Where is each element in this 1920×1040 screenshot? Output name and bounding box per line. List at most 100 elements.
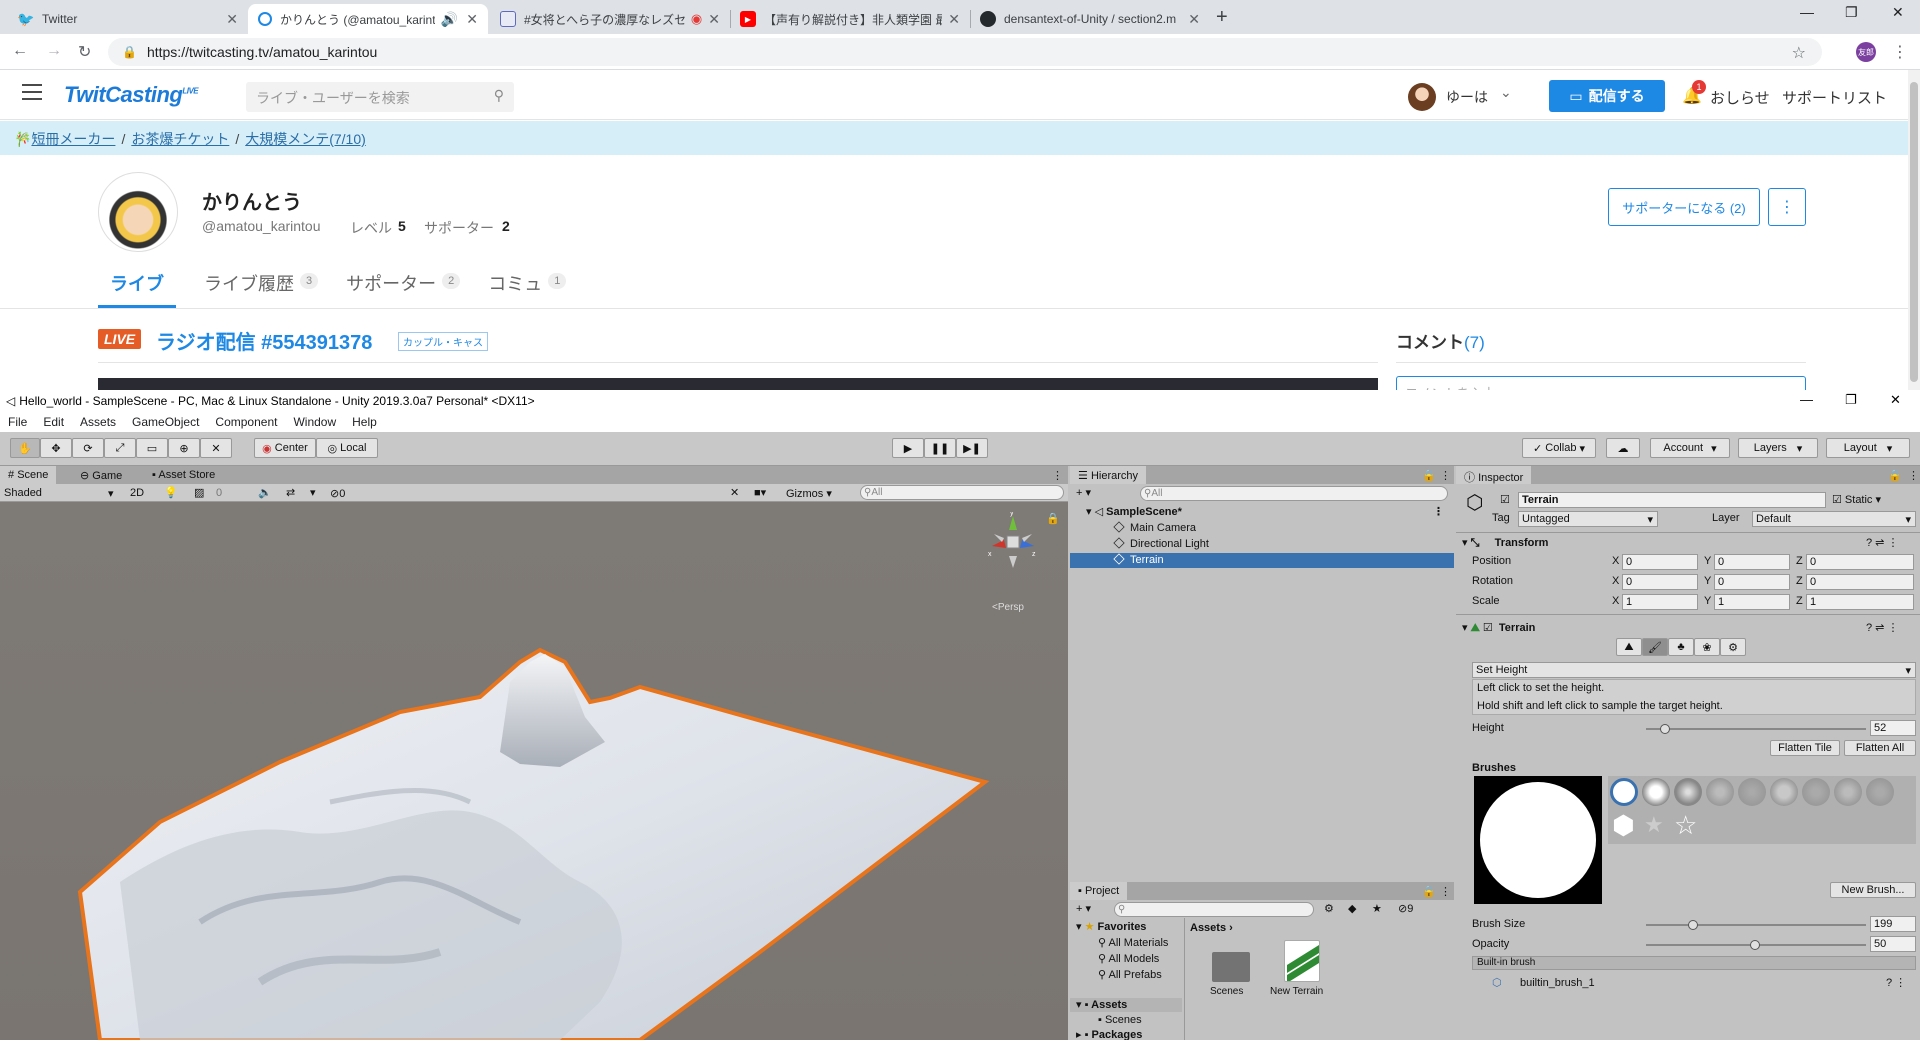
- transform-tool-icon[interactable]: ⊕: [168, 438, 200, 458]
- scene-viewport[interactable]: y x z 🔒 <Persp: [0, 502, 1068, 1040]
- position-x-field[interactable]: 0: [1622, 554, 1698, 570]
- menu-file[interactable]: File: [0, 412, 35, 429]
- pivot-center-button[interactable]: ◉ Center: [254, 438, 316, 458]
- brush-7[interactable]: [1802, 778, 1830, 806]
- video-player[interactable]: [98, 378, 1378, 390]
- close-tab-icon[interactable]: ✕: [226, 11, 238, 28]
- project-split-divider[interactable]: [1184, 918, 1185, 1040]
- terrain-tool-dropdown[interactable]: Set Height ▾: [1472, 662, 1916, 678]
- hidden-objects-toggle[interactable]: ⊘0: [330, 487, 345, 500]
- brush-3[interactable]: [1674, 778, 1702, 806]
- tag-dropdown[interactable]: Untagged ▾: [1518, 511, 1658, 527]
- browser-menu-icon[interactable]: ⋮: [1892, 42, 1908, 62]
- favorite-item[interactable]: ⚲ All Prefabs: [1098, 968, 1162, 981]
- camera-settings-icon[interactable]: ■▾: [754, 486, 766, 499]
- asset-tile-new-terrain[interactable]: New Terrain: [1270, 940, 1332, 1000]
- tab-live-history[interactable]: ライブ履歴 3: [204, 266, 319, 308]
- height-slider[interactable]: [1646, 724, 1866, 734]
- banner-link-tanzaku[interactable]: 短冊メーカー: [31, 131, 115, 147]
- tab-asset-store[interactable]: ▪ Asset Store: [144, 466, 223, 484]
- terrain-component-header[interactable]: ▾ ⛰ ☑ Terrain: [1462, 621, 1535, 635]
- audio-toggle-icon[interactable]: 🔈: [258, 486, 272, 499]
- paint-terrain-tool-icon[interactable]: 🖌: [1642, 638, 1668, 656]
- brush-star-soft-icon[interactable]: ★: [1644, 812, 1664, 838]
- orientation-gizmo[interactable]: y x z: [988, 510, 1038, 572]
- user-avatar[interactable]: [1408, 83, 1436, 111]
- close-tab-icon[interactable]: ✕: [708, 11, 720, 28]
- slider-knob[interactable]: [1660, 724, 1670, 734]
- brush-8[interactable]: [1834, 778, 1862, 806]
- menu-component[interactable]: Component: [207, 412, 285, 429]
- effects-toggle-icon[interactable]: ⇄: [286, 486, 295, 499]
- become-supporter-button[interactable]: サポーターになる (2): [1608, 188, 1760, 226]
- scene-search-input[interactable]: ⚲All: [860, 485, 1064, 500]
- chevron-down-icon[interactable]: ⌄: [1500, 84, 1512, 101]
- favorites-folder[interactable]: ▾ ★ Favorites: [1076, 920, 1146, 933]
- support-list-link[interactable]: サポートリスト: [1782, 87, 1887, 108]
- minimize-window-icon[interactable]: —: [1800, 392, 1813, 407]
- opacity-field[interactable]: 50: [1870, 936, 1916, 952]
- paint-trees-tool-icon[interactable]: ♣: [1668, 638, 1694, 656]
- tools-icon[interactable]: ✕: [730, 486, 739, 499]
- bookmark-star-icon[interactable]: ☆: [1792, 43, 1806, 63]
- paint-details-tool-icon[interactable]: ❀: [1694, 638, 1720, 656]
- tab-live[interactable]: ライブ: [98, 266, 176, 308]
- brush-6[interactable]: [1770, 778, 1798, 806]
- height-field[interactable]: 52: [1870, 720, 1916, 736]
- live-title[interactable]: ラジオ配信 #554391378: [156, 326, 372, 355]
- browser-tab-github[interactable]: densantext-of-Unity / section2.m ✕: [970, 4, 1210, 34]
- new-brush-button[interactable]: New Brush...: [1830, 882, 1916, 898]
- create-dropdown[interactable]: + ▾: [1076, 486, 1091, 499]
- layout-dropdown[interactable]: Layout ▾: [1826, 438, 1910, 458]
- tab-inspector[interactable]: ⓘ Inspector: [1456, 466, 1532, 484]
- site-search-input[interactable]: ライブ・ユーザーを検索 ⚲: [246, 82, 514, 112]
- browser-tab-twitcasting[interactable]: かりんとう (@amatou_karintou 🔊 ✕: [248, 4, 488, 34]
- component-help-icon[interactable]: ? ⋮: [1886, 976, 1906, 989]
- hierarchy-item[interactable]: Main Camera: [1070, 521, 1454, 536]
- gizmos-dropdown[interactable]: Gizmos ▾: [786, 487, 832, 500]
- flatten-tile-button[interactable]: Flatten Tile: [1770, 740, 1840, 756]
- hierarchy-item-selected[interactable]: Terrain: [1070, 553, 1454, 568]
- brush-1[interactable]: [1610, 778, 1638, 806]
- asset-tile-scenes[interactable]: Scenes: [1206, 952, 1254, 997]
- scale-y-field[interactable]: 1: [1714, 594, 1790, 610]
- builtin-brush-row[interactable]: ⬡ builtin_brush_1: [1492, 976, 1595, 989]
- create-dropdown[interactable]: + ▾: [1076, 902, 1091, 915]
- panel-menu-icon[interactable]: ⋮: [1044, 466, 1071, 484]
- panel-menu-icon[interactable]: ⋮: [1900, 466, 1920, 484]
- close-tab-icon[interactable]: ✕: [466, 11, 478, 28]
- live-category-tag[interactable]: カップル・キャス: [398, 332, 488, 351]
- brush-hexagon-icon[interactable]: ⬢: [1612, 810, 1635, 841]
- enabled-checkbox[interactable]: ☑: [1483, 622, 1493, 634]
- close-tab-icon[interactable]: ✕: [1188, 11, 1200, 28]
- object-name-field[interactable]: Terrain: [1518, 492, 1826, 508]
- position-z-field[interactable]: 0: [1806, 554, 1914, 570]
- create-terrain-tool-icon[interactable]: ⛰: [1616, 638, 1642, 656]
- rect-tool-icon[interactable]: ▭: [136, 438, 168, 458]
- profile-avatar[interactable]: [98, 172, 178, 252]
- collab-dropdown[interactable]: ✓ Collab ▾: [1522, 438, 1596, 458]
- broadcast-button[interactable]: ▭ 配信する: [1549, 80, 1665, 112]
- rotation-y-field[interactable]: 0: [1714, 574, 1790, 590]
- rotation-z-field[interactable]: 0: [1806, 574, 1914, 590]
- tab-supporters[interactable]: サポーター 2: [346, 266, 461, 308]
- menu-assets[interactable]: Assets: [72, 412, 124, 429]
- address-bar[interactable]: 🔒 https://twitcasting.tv/amatou_karintou…: [108, 38, 1822, 66]
- perspective-label[interactable]: <Persp: [992, 602, 1024, 613]
- banner-link-maintenance[interactable]: 大規模メンテ(7/10): [245, 131, 366, 147]
- profile-avatar[interactable]: 友郎: [1856, 42, 1876, 62]
- brush-2[interactable]: [1642, 778, 1670, 806]
- brush-9[interactable]: [1866, 778, 1894, 806]
- browser-tab-twitter[interactable]: 🐦 Twitter ✕: [8, 4, 248, 34]
- hamburger-menu-icon[interactable]: [22, 84, 42, 105]
- scene-menu-icon[interactable]: ⋮: [1433, 505, 1444, 518]
- tab-game[interactable]: ⊖ Game: [72, 466, 130, 484]
- hierarchy-search-input[interactable]: ⚲All: [1140, 486, 1448, 501]
- brush-star-outline-icon[interactable]: ☆: [1674, 810, 1697, 841]
- forward-icon[interactable]: →: [46, 42, 62, 60]
- layer-dropdown[interactable]: Default ▾: [1752, 511, 1916, 527]
- flatten-all-button[interactable]: Flatten All: [1844, 740, 1916, 756]
- more-options-icon[interactable]: ⋮: [1768, 188, 1806, 226]
- folder-item[interactable]: ▪ Scenes: [1098, 1014, 1142, 1026]
- minimize-window-icon[interactable]: —: [1800, 4, 1814, 20]
